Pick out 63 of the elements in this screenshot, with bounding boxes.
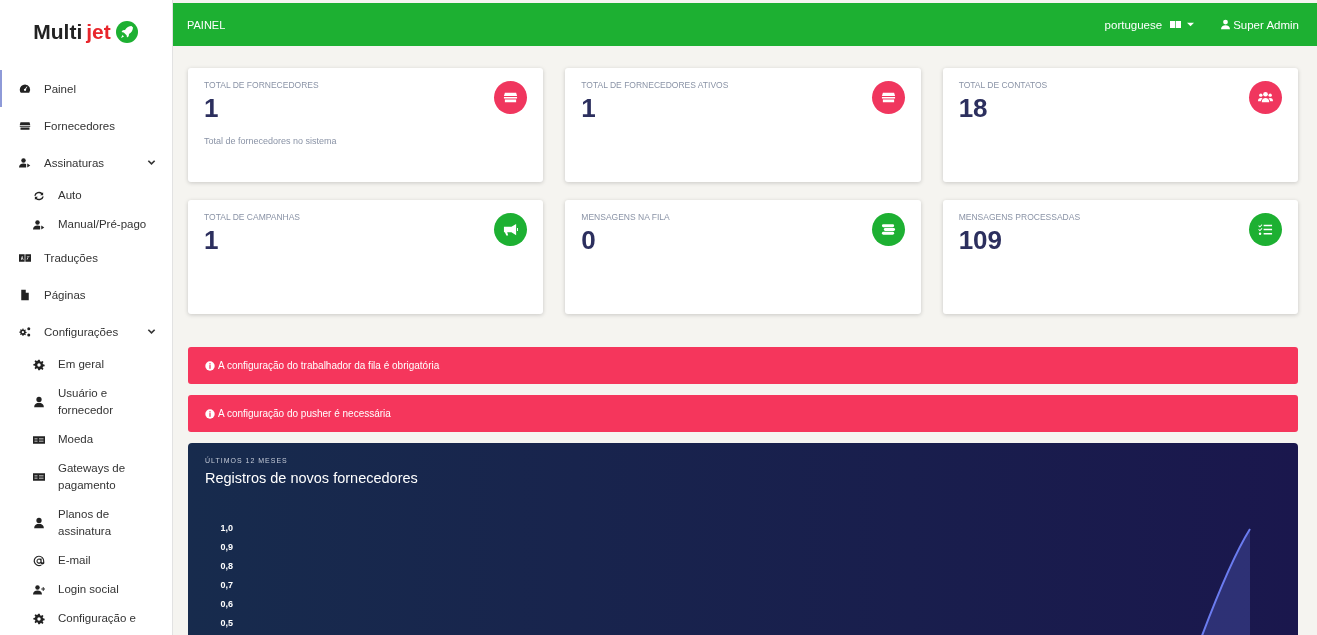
gear-icon <box>33 358 45 371</box>
axis-tick-label: 0,8 <box>220 561 233 572</box>
sync-icon <box>33 189 45 202</box>
stat-value: 1 <box>204 225 219 256</box>
stat-label: MENSAGENS PROCESSADAS <box>958 212 1081 222</box>
gears-icon <box>19 325 31 338</box>
rocket-icon <box>114 20 139 44</box>
gear-icon <box>33 612 45 625</box>
axis-tick-label: 1,0 <box>220 523 233 534</box>
alert-text: A configuração do pusher é necessária <box>218 408 391 419</box>
sidebar-subitem[interactable]: Planos de assinatura <box>0 500 172 546</box>
add-user-icon <box>33 583 45 596</box>
user-icon <box>33 218 45 231</box>
chart-title: Registros de novos fornecedores <box>205 470 418 486</box>
user-icon <box>33 517 45 529</box>
stat-value: 1 <box>204 93 219 124</box>
axis-tick-label: 0,7 <box>220 580 233 591</box>
sidebar-subitem[interactable]: Configuração e <box>0 604 172 633</box>
translate-icon <box>1170 19 1182 30</box>
axis-tick-label: 0,9 <box>220 542 233 553</box>
stat-note: Total de fornecedores no sistema <box>204 136 337 146</box>
page-title: PAINEL <box>187 18 226 31</box>
sidebar-subitem[interactable]: Moeda <box>0 425 172 454</box>
sidebar-subitem[interactable]: Login social <box>0 575 172 604</box>
stat-label: TOTAL DE CAMPANHAS <box>204 212 301 222</box>
axis-tick-label: 0,6 <box>220 599 233 610</box>
alert-text: A configuração do trabalhador da fila é obrigatória <box>218 360 440 371</box>
file-icon <box>19 288 31 301</box>
stat-value: 18 <box>958 93 988 124</box>
sidebar-subitem[interactable]: Gateways de pagamento <box>0 454 172 500</box>
stat-label: TOTAL DE FORNECEDORES ATIVOS <box>581 80 729 90</box>
sidebar-item[interactable]: Configurações <box>0 313 172 350</box>
user-icon <box>19 156 31 169</box>
stat-label: TOTAL DE FORNECEDORES <box>204 80 319 90</box>
stat-label: MENSAGENS NA FILA <box>581 212 670 222</box>
sidebar-item[interactable]: Páginas <box>0 276 172 313</box>
store-icon <box>19 119 31 132</box>
user-icon <box>1220 19 1232 30</box>
sidebar-item[interactable]: Fornecedores <box>0 107 172 144</box>
sidebar-item[interactable]: Painel <box>0 70 172 107</box>
logo-text: jet <box>86 20 111 44</box>
stat-value: 109 <box>958 225 1003 256</box>
sidebar-subitem[interactable]: E-mail <box>0 546 172 575</box>
user-icon <box>33 396 45 408</box>
money-card-icon <box>33 433 45 446</box>
logo-text: Multi <box>33 20 83 44</box>
axis-tick-label: 0,5 <box>220 618 233 629</box>
money-card-icon <box>33 471 45 483</box>
info-icon <box>205 408 215 419</box>
sidebar-subitem[interactable]: Em geral <box>0 350 172 379</box>
sidebar-subitem[interactable]: Auto <box>0 181 172 210</box>
sidebar-item[interactable]: Assinaturas <box>0 144 172 181</box>
sidebar-item[interactable]: Traduções <box>0 239 172 276</box>
translate-icon <box>19 251 31 264</box>
sidebar-subitem[interactable]: Usuário e fornecedor <box>0 379 172 425</box>
gauge-icon <box>19 82 31 95</box>
sidebar-subitem[interactable]: Manual/Pré-pago <box>0 210 172 239</box>
stat-label: TOTAL DE CONTATOS <box>958 80 1048 90</box>
caret-icon <box>1187 21 1195 28</box>
stat-value: 0 <box>581 225 596 256</box>
stat-value: 1 <box>581 93 596 124</box>
info-icon <box>205 360 215 371</box>
at-sign-icon <box>33 554 45 567</box>
